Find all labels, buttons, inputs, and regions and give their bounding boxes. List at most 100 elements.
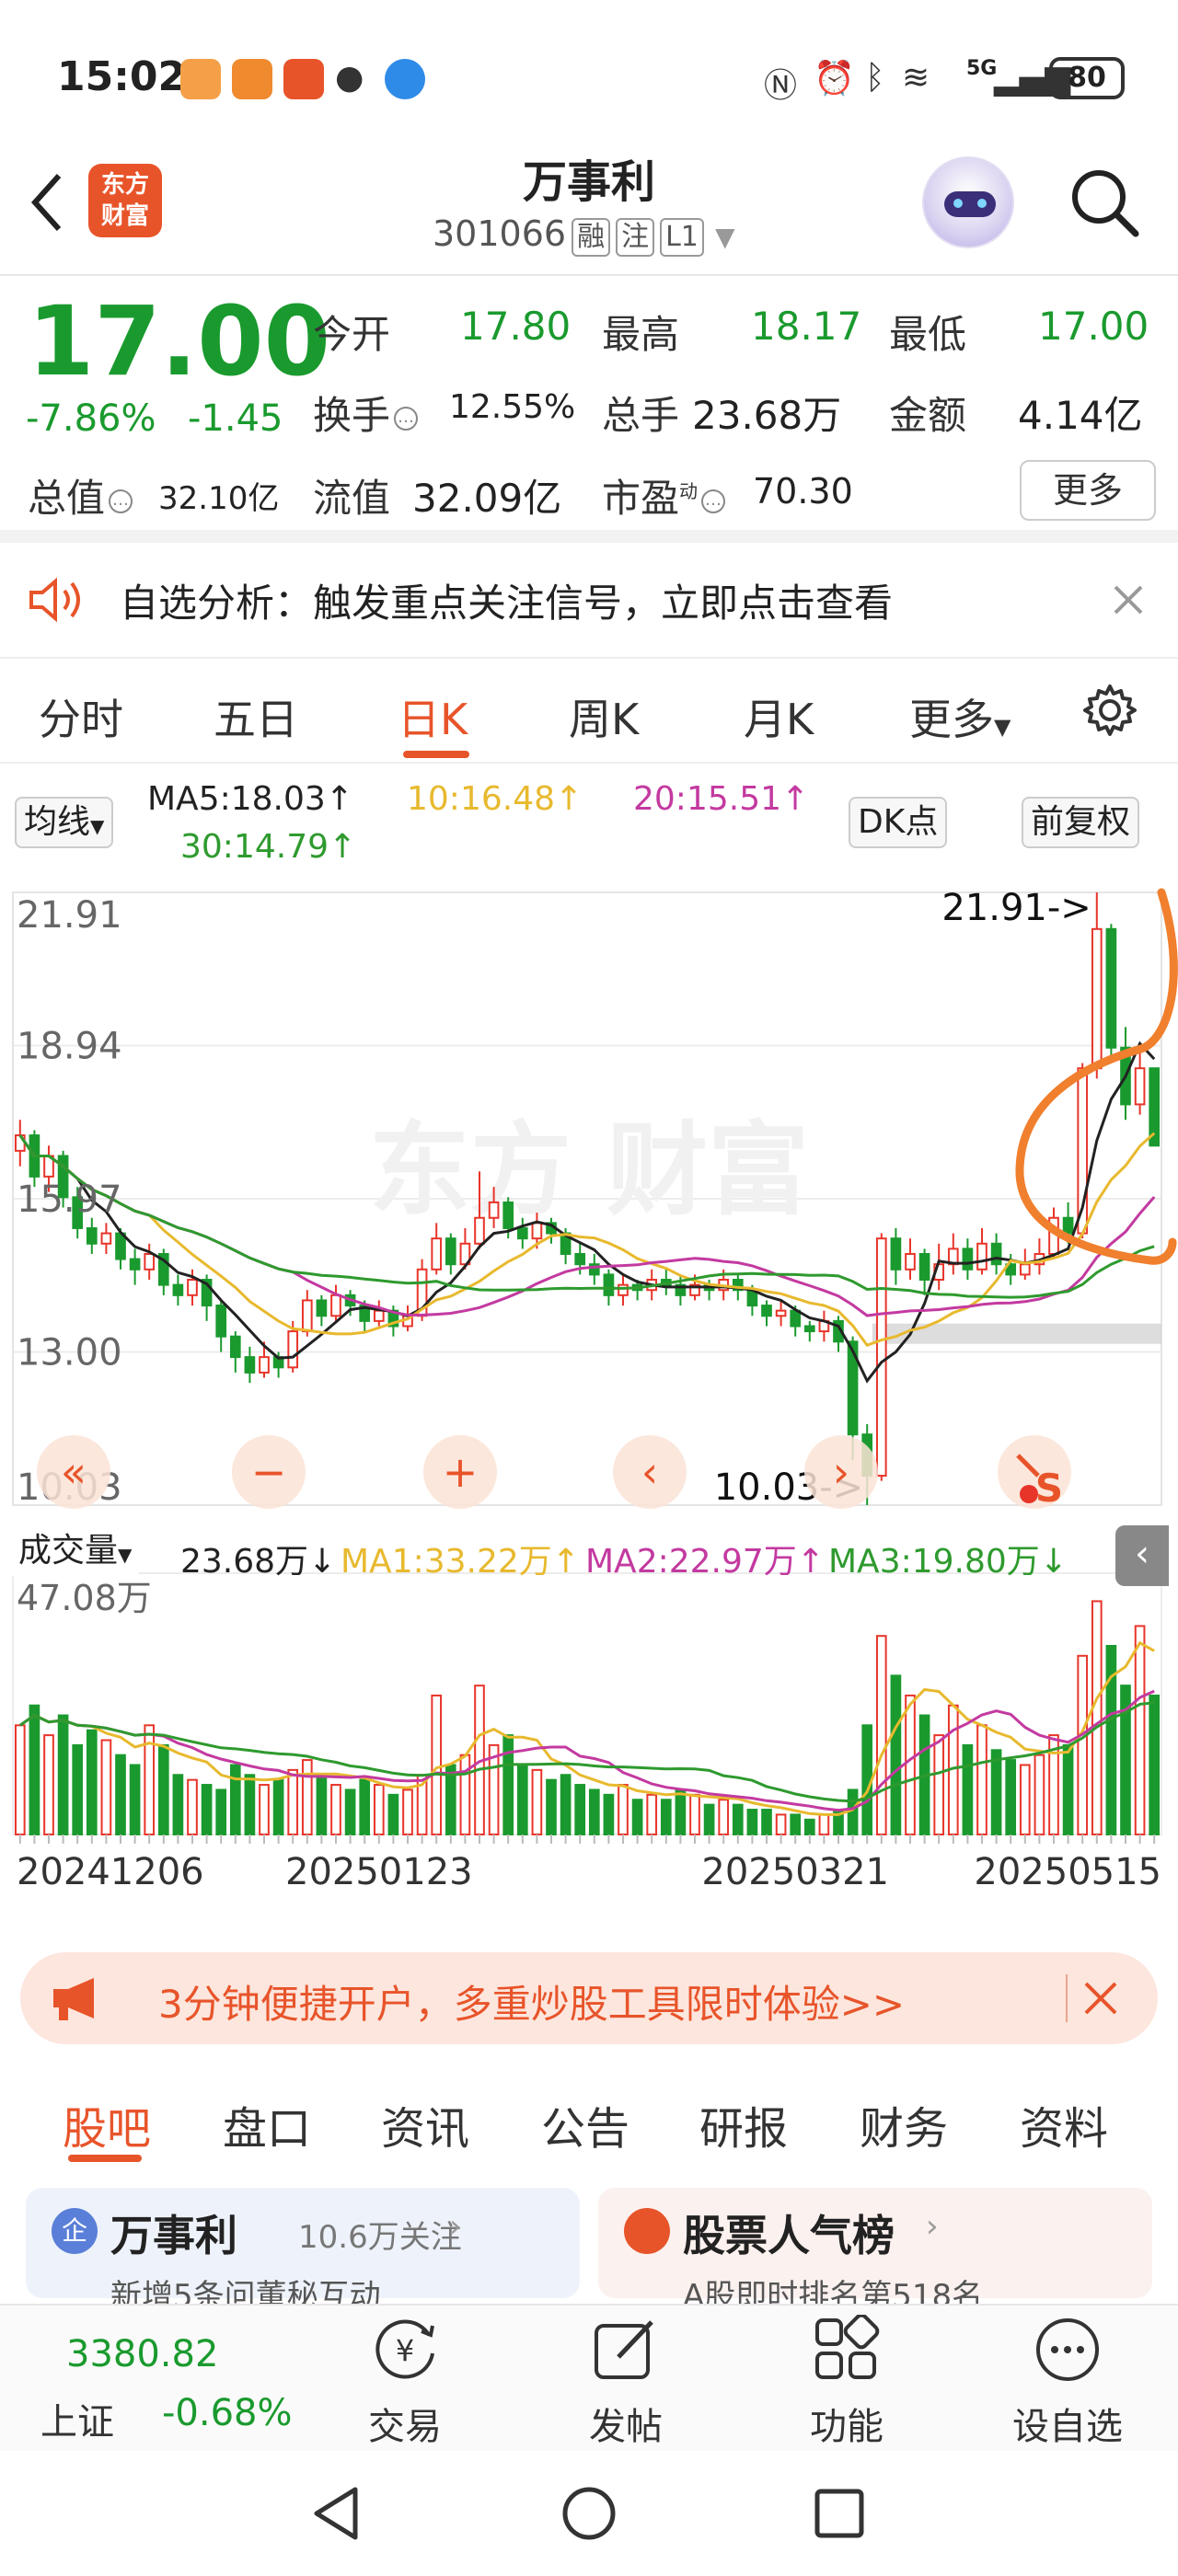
- y-axis-label: 13.00: [17, 1332, 122, 1374]
- tab-news[interactable]: 资讯: [381, 2092, 469, 2156]
- search-icon[interactable]: [1068, 166, 1141, 239]
- volume-bar-down: [272, 1778, 284, 1836]
- stock-code-row[interactable]: 301066 融注 L1 ▼: [433, 213, 735, 257]
- tag-level: L1: [660, 218, 704, 257]
- card-stock-name: 万事利: [110, 2211, 237, 2260]
- volume-frame: [12, 1572, 1162, 1835]
- volume-select-label: 成交量: [18, 1532, 119, 1570]
- low-value: 17.00: [1038, 304, 1149, 349]
- nav-post[interactable]: 发帖: [552, 2397, 699, 2450]
- dropdown-arrow-icon: ▼: [714, 222, 735, 252]
- volume-bar-up: [14, 1724, 26, 1835]
- tab-profile[interactable]: 资料: [1020, 2092, 1108, 2156]
- tab-announcements[interactable]: 公告: [541, 2092, 629, 2156]
- indicator-select[interactable]: 均线▼: [15, 797, 114, 848]
- volume-bar-down: [732, 1803, 744, 1836]
- candle-down: [574, 1252, 586, 1266]
- kline-chart[interactable]: 东方 财富 21.9118.9415.9713.0010.0347.08万 21…: [0, 865, 1178, 1932]
- network-type: 5G: [966, 57, 998, 80]
- robot-eye: [953, 199, 963, 208]
- prev-icon-glyph: ‹: [641, 1447, 658, 1497]
- system-recents-icon[interactable]: [812, 2486, 867, 2541]
- tag-registered: 注: [616, 218, 655, 257]
- candle-up: [1134, 1067, 1146, 1106]
- candle-up: [976, 1242, 987, 1271]
- robot-visor: [944, 191, 996, 217]
- candle-up: [100, 1232, 112, 1245]
- assistant-robot-avatar[interactable]: [922, 156, 1014, 248]
- tab-weekly-k[interactable]: 周K: [569, 686, 639, 747]
- stock-code: 301066: [433, 213, 567, 254]
- volume-bar-up: [100, 1739, 112, 1836]
- more-quote-button[interactable]: 更多: [1020, 460, 1156, 521]
- volume-bar-down: [215, 1788, 227, 1835]
- index-change[interactable]: -0.68%: [162, 2392, 293, 2434]
- nav-function[interactable]: 功能: [773, 2397, 920, 2450]
- card-followers: 10.6万关注: [298, 2219, 462, 2256]
- turnover-label-text: 换手: [313, 393, 391, 438]
- adjust-button[interactable]: 前复权: [1022, 797, 1140, 848]
- dropdown-arrow-icon: ▼: [994, 714, 1011, 740]
- candle-down: [502, 1201, 514, 1229]
- volume-bar-down: [129, 1764, 141, 1836]
- settings-gear-icon[interactable]: [1082, 683, 1138, 738]
- tab-more[interactable]: 更多▼: [909, 686, 1011, 747]
- collapse-panel-button[interactable]: ‹: [1115, 1525, 1169, 1586]
- close-icon[interactable]: [1112, 583, 1145, 616]
- tab-daily-k[interactable]: 日K: [398, 686, 468, 747]
- candle-up: [1091, 927, 1103, 1070]
- ranking-icon: [624, 2208, 670, 2254]
- system-back-icon[interactable]: [309, 2484, 364, 2543]
- volume-bar-up: [43, 1734, 54, 1836]
- post-edit-icon[interactable]: [591, 2315, 661, 2385]
- dropdown-arrow-icon: ▼: [90, 815, 105, 837]
- info-icon[interactable]: …: [701, 489, 726, 513]
- nav-add-watchlist[interactable]: 设自选: [994, 2397, 1141, 2450]
- tab-order-book[interactable]: 盘口: [223, 2092, 311, 2156]
- index-value[interactable]: 3380.82: [66, 2333, 218, 2375]
- candle-down: [918, 1252, 930, 1282]
- volume-bar-up: [905, 1694, 916, 1836]
- float-label: 流值: [313, 476, 391, 521]
- candle-up: [775, 1309, 787, 1317]
- candle-up: [373, 1309, 385, 1322]
- tab-research[interactable]: 研报: [699, 2092, 788, 2156]
- volume-select[interactable]: 成交量▼: [11, 1527, 140, 1579]
- active-tab-underline: [403, 751, 469, 758]
- volume-bar-down: [574, 1784, 586, 1835]
- candle-down: [172, 1283, 184, 1296]
- volume-bar-up: [875, 1635, 887, 1835]
- candle-up: [301, 1299, 313, 1333]
- volume-ma2: MA2:22.97万↑: [585, 1543, 825, 1581]
- volume-bar-down: [502, 1734, 514, 1836]
- system-home-icon[interactable]: [560, 2484, 618, 2543]
- max-price-marker: 21.91->: [941, 887, 1091, 929]
- candle-up: [474, 1216, 485, 1245]
- trade-yuan-icon[interactable]: ¥: [368, 2315, 442, 2385]
- volume-bar-down: [86, 1729, 98, 1836]
- index-name[interactable]: 上证: [40, 2392, 114, 2445]
- volume-bar-down: [516, 1764, 528, 1836]
- back-arrow-icon[interactable]: [28, 170, 64, 235]
- info-icon[interactable]: …: [109, 489, 133, 513]
- volume-max-label: 47.08万: [17, 1578, 152, 1618]
- tab-forum[interactable]: 股吧: [63, 2092, 151, 2156]
- nav-trade[interactable]: 交易: [331, 2397, 479, 2450]
- tab-five-day[interactable]: 五日: [214, 686, 298, 747]
- tab-intraday[interactable]: 分时: [39, 686, 123, 747]
- info-icon[interactable]: …: [394, 406, 419, 431]
- function-grid-icon[interactable]: [812, 2315, 882, 2385]
- popularity-card[interactable]: 股票人气榜 › A股即时排名第518名: [598, 2188, 1152, 2315]
- tab-financials[interactable]: 财务: [860, 2092, 948, 2156]
- close-icon[interactable]: [1082, 1980, 1119, 2017]
- card-popularity-title: 股票人气榜: [683, 2211, 895, 2260]
- logo-line-1: 东方: [100, 171, 149, 199]
- add-watchlist-icon[interactable]: [1033, 2315, 1103, 2385]
- tab-monthly-k[interactable]: 月K: [744, 686, 814, 747]
- pe-dynamic-sup: 动: [679, 480, 699, 502]
- stock-card[interactable]: 企 万事利 10.6万关注 › 新增5条问董秘互动: [26, 2188, 580, 2315]
- dk-point-button[interactable]: DK点: [849, 797, 948, 848]
- volume-current: 23.68万↓: [180, 1543, 337, 1581]
- speaker-icon: [29, 577, 80, 623]
- candle-down: [215, 1305, 227, 1338]
